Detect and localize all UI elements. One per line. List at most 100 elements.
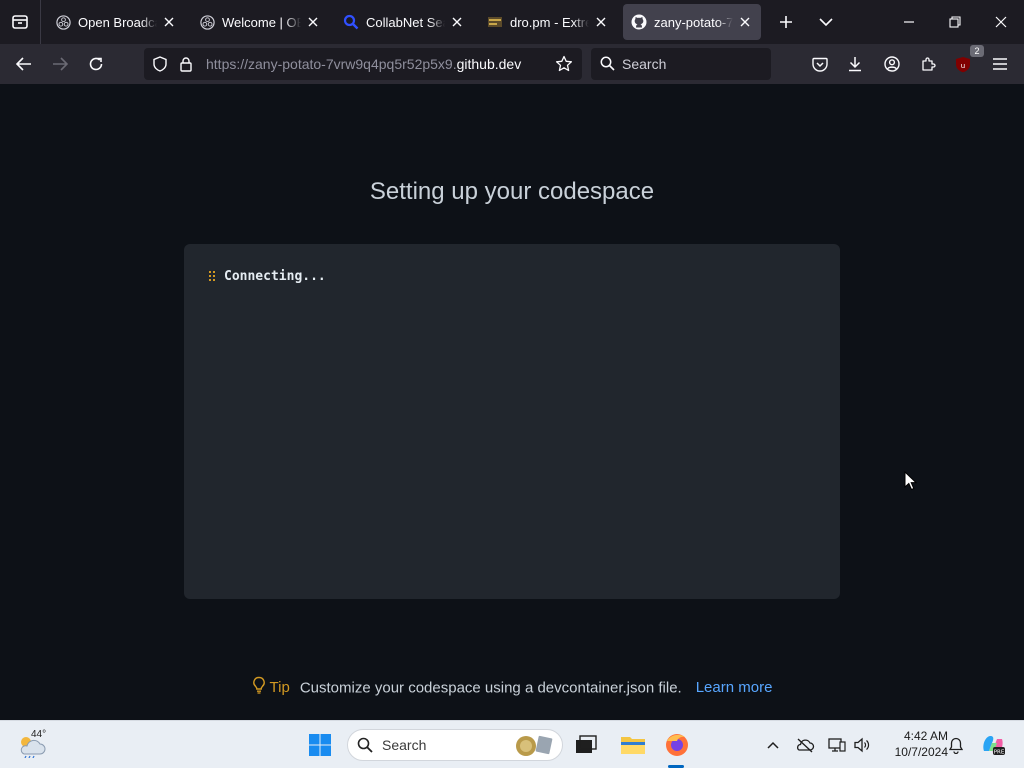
extensions-button[interactable] bbox=[912, 48, 944, 80]
arrow-right-icon bbox=[53, 57, 68, 71]
copilot-icon: PRE bbox=[983, 735, 1005, 756]
start-button[interactable] bbox=[304, 729, 336, 761]
chevron-up-icon bbox=[767, 741, 779, 749]
speaker-icon bbox=[854, 737, 870, 753]
url-bar[interactable]: https://zany-potato-7vrw9q4pq5r52p5x9.gi… bbox=[144, 48, 582, 80]
search-placeholder: Search bbox=[622, 56, 667, 72]
network-tray-button[interactable] bbox=[825, 729, 849, 761]
taskbar-search-label: Search bbox=[382, 737, 427, 753]
bell-icon bbox=[949, 737, 963, 754]
tab-title: Welcome | OBS bbox=[222, 14, 301, 30]
windows-taskbar: 44° Search 4:42 AM 10/7/2024 PRE bbox=[0, 720, 1024, 768]
tab-welcome-obs[interactable]: Welcome | OBS bbox=[191, 4, 329, 40]
taskbar-search[interactable]: Search bbox=[347, 729, 563, 761]
clock-time: 4:42 AM bbox=[903, 729, 948, 743]
download-icon bbox=[849, 57, 861, 72]
bookmark-star-icon[interactable] bbox=[555, 55, 573, 78]
copilot-button[interactable]: PRE bbox=[978, 729, 1008, 761]
search-bar[interactable]: Search bbox=[591, 48, 771, 80]
lock-icon[interactable] bbox=[179, 56, 193, 77]
firefox-view-icon bbox=[12, 15, 28, 29]
page-title: Setting up your codespace bbox=[369, 178, 655, 205]
ublock-origin-button[interactable]: u 2 bbox=[947, 45, 984, 80]
pocket-icon bbox=[812, 57, 828, 72]
task-view-button[interactable] bbox=[570, 729, 602, 761]
tab-open-broadcast[interactable]: Open Broadcast bbox=[47, 4, 185, 40]
list-all-tabs-button[interactable] bbox=[806, 0, 846, 44]
tab-title: dro.pm - Extrem bbox=[510, 14, 589, 30]
tip-bar: Tip Customize your codespace using a devc… bbox=[0, 676, 1024, 701]
new-tab-button[interactable] bbox=[766, 0, 806, 44]
browser-tab-bar: Open Broadcast Welcome | OBS CollabNet S… bbox=[0, 0, 1024, 44]
account-icon bbox=[884, 56, 900, 72]
show-hidden-icons-button[interactable] bbox=[762, 729, 784, 761]
url-prefix: https://zany-potato-7vrw9q4pq5r52p5x9. bbox=[206, 56, 457, 72]
codespace-setup-page: Setting up your codespace Connecting... … bbox=[0, 84, 1024, 720]
tip-text: Customize your codespace using a devcont… bbox=[299, 679, 682, 697]
volume-tray-button[interactable] bbox=[850, 729, 874, 761]
reload-icon bbox=[89, 57, 103, 71]
dropm-icon bbox=[487, 14, 503, 30]
downloads-button[interactable] bbox=[839, 48, 871, 80]
tab-collabnet-searx[interactable]: CollabNet SearX bbox=[335, 4, 473, 40]
tab-title: Open Broadcast bbox=[78, 14, 157, 30]
svg-text:PRE: PRE bbox=[994, 750, 1005, 756]
close-icon[interactable] bbox=[305, 14, 321, 30]
back-button[interactable] bbox=[8, 48, 40, 80]
log-panel: Connecting... bbox=[184, 244, 840, 599]
folder-icon bbox=[621, 737, 645, 754]
taskbar-clock[interactable]: 4:42 AM 10/7/2024 bbox=[876, 728, 948, 760]
account-button[interactable] bbox=[876, 48, 908, 80]
plus-icon bbox=[780, 16, 792, 28]
spinner-icon bbox=[209, 271, 217, 283]
obs-icon bbox=[199, 14, 215, 30]
task-view-icon bbox=[576, 735, 597, 753]
close-window-button[interactable] bbox=[978, 0, 1024, 44]
svg-text:u: u bbox=[961, 62, 965, 70]
close-icon bbox=[995, 16, 1007, 28]
search-highlight-icon bbox=[513, 733, 555, 762]
searx-icon bbox=[343, 14, 359, 30]
tab-zany-potato[interactable]: zany-potato-7vr bbox=[623, 4, 761, 40]
log-line: Connecting... bbox=[224, 269, 326, 284]
onedrive-tray-button[interactable] bbox=[793, 729, 817, 761]
firefox-taskbar-button[interactable] bbox=[660, 729, 694, 761]
cloud-offline-icon bbox=[797, 738, 815, 753]
weather-temp: 44° bbox=[31, 729, 47, 740]
restore-icon bbox=[949, 16, 961, 28]
close-icon[interactable] bbox=[737, 14, 753, 30]
close-icon[interactable] bbox=[161, 14, 177, 30]
app-menu-button[interactable] bbox=[984, 48, 1016, 80]
minimize-button[interactable] bbox=[886, 0, 932, 44]
tab-title: CollabNet SearX bbox=[366, 14, 445, 30]
forward-button[interactable] bbox=[44, 48, 76, 80]
lightbulb-icon bbox=[252, 676, 266, 701]
search-icon bbox=[357, 737, 373, 758]
notifications-button[interactable] bbox=[945, 729, 967, 761]
url-host: github.dev bbox=[456, 56, 522, 72]
arrow-left-icon bbox=[16, 57, 31, 71]
tab-title: zany-potato-7vr bbox=[654, 14, 733, 30]
obs-icon bbox=[55, 14, 71, 30]
pocket-button[interactable] bbox=[804, 48, 836, 80]
network-icon bbox=[828, 738, 846, 752]
search-icon bbox=[600, 56, 615, 76]
puzzle-icon bbox=[922, 57, 936, 71]
reload-button[interactable] bbox=[80, 48, 112, 80]
browser-nav-bar: https://zany-potato-7vrw9q4pq5r52p5x9.gi… bbox=[0, 44, 1024, 84]
firefox-view-button[interactable] bbox=[0, 0, 41, 44]
clock-date: 10/7/2024 bbox=[894, 745, 948, 759]
restore-button[interactable] bbox=[932, 0, 978, 44]
close-icon[interactable] bbox=[449, 14, 465, 30]
close-icon[interactable] bbox=[593, 14, 609, 30]
file-explorer-button[interactable] bbox=[616, 729, 650, 761]
tab-dro-pm[interactable]: dro.pm - Extrem bbox=[479, 4, 617, 40]
tip-label: Tip bbox=[269, 679, 290, 697]
mouse-cursor-icon bbox=[904, 470, 918, 496]
ublock-shield-icon: u bbox=[956, 56, 970, 72]
tracking-protection-shield-icon[interactable] bbox=[152, 56, 168, 77]
learn-more-link[interactable]: Learn more bbox=[696, 679, 773, 696]
chevron-down-icon bbox=[819, 18, 833, 27]
url-text: https://zany-potato-7vrw9q4pq5r52p5x9.gi… bbox=[206, 48, 521, 80]
firefox-icon bbox=[666, 734, 688, 756]
